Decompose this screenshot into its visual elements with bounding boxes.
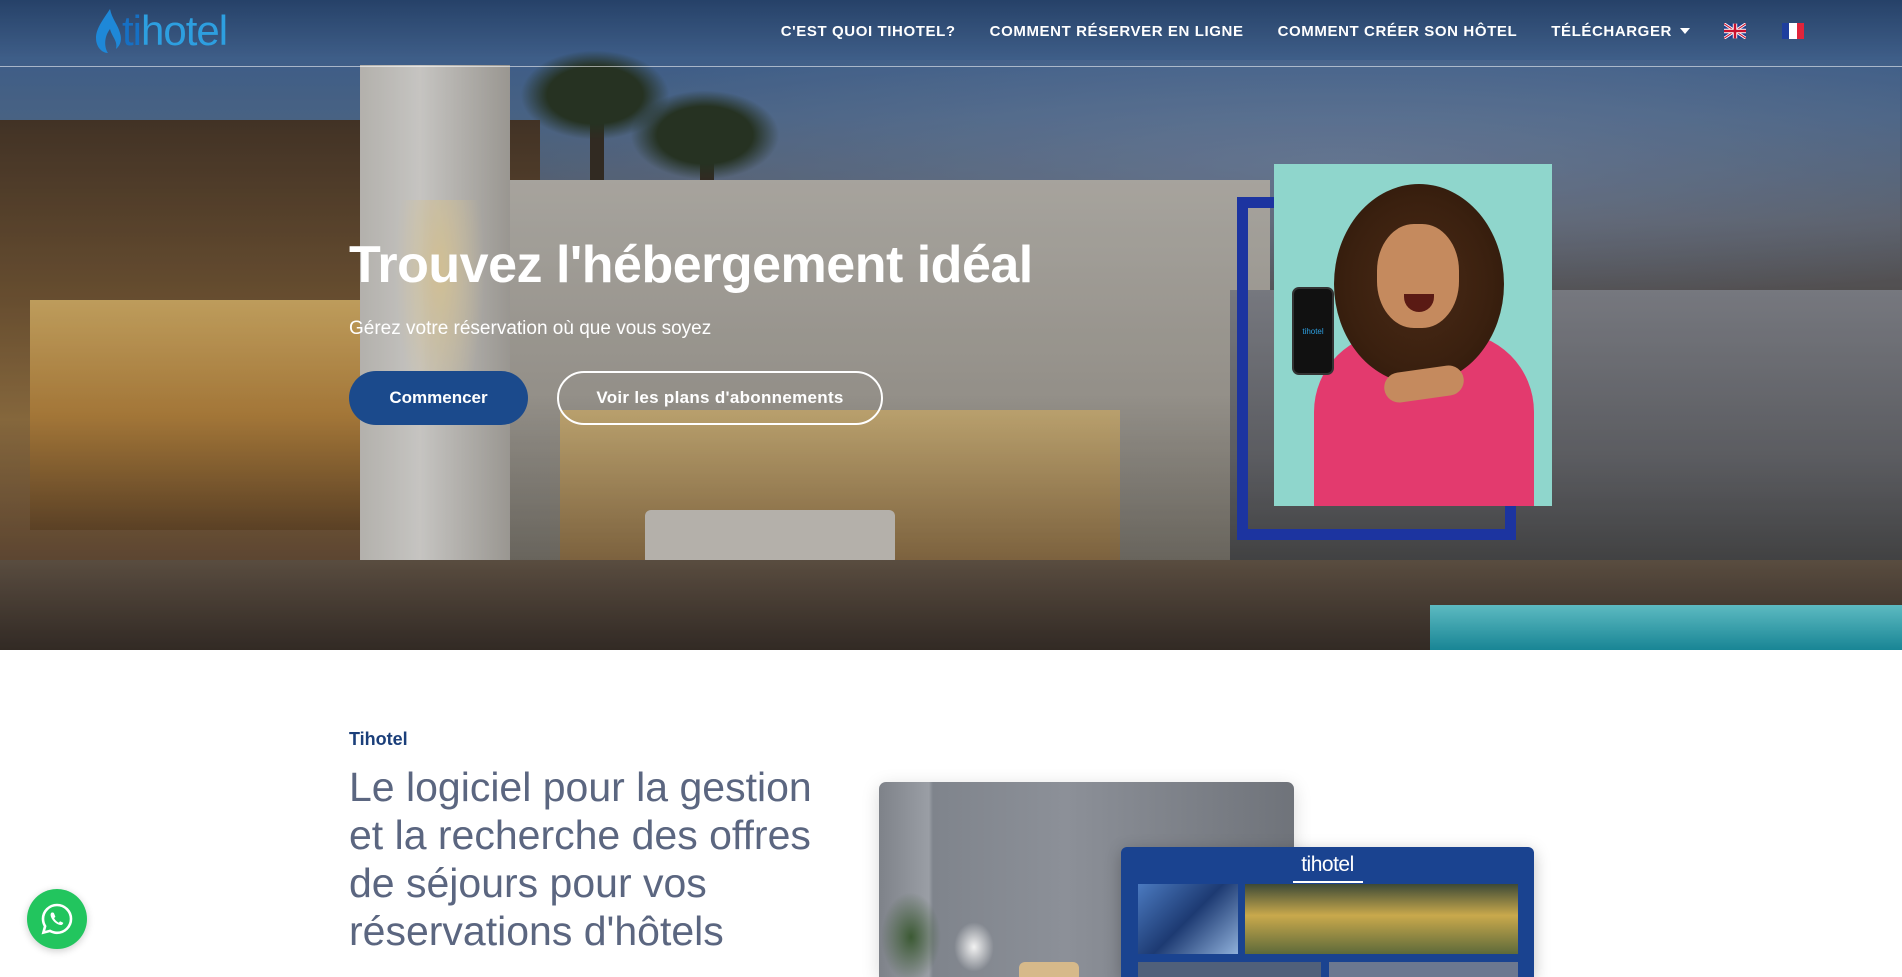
cushion [1019, 962, 1079, 977]
logo-text-hotel: hotel [141, 7, 228, 54]
hero-overlay [0, 0, 1902, 650]
chevron-down-icon [1680, 28, 1690, 34]
flag-stripe [1796, 23, 1804, 39]
flag-stripe [1782, 23, 1790, 39]
logo-text-ti: ti [122, 7, 142, 54]
nav-item-download-label: TÉLÉCHARGER [1551, 22, 1672, 40]
nav-item-what-is-tihotel[interactable]: C'EST QUOI TIHOTEL? [781, 23, 956, 40]
nav-item-download[interactable]: TÉLÉCHARGER [1551, 23, 1690, 40]
hotel-thumbnail [1138, 962, 1321, 977]
promo-photo: tihotel [1274, 164, 1552, 506]
hero-section [0, 0, 1902, 650]
phone-image: tihotel [1292, 287, 1334, 375]
nav-menu: C'EST QUOI TIHOTEL? COMMENT RÉSERVER EN … [747, 0, 1902, 62]
start-button[interactable]: Commencer [349, 371, 528, 425]
face [1377, 224, 1459, 328]
card-logo-underline [1293, 881, 1363, 883]
hero-subtitle: Gérez votre réservation où que vous soye… [349, 318, 712, 339]
card-logo: tihotel [1301, 853, 1354, 876]
hero-title: Trouvez l'hébergement idéal [349, 236, 1033, 294]
whatsapp-icon [41, 903, 73, 935]
logo-text: tihotel [122, 7, 228, 54]
tihotel-logo[interactable]: tihotel [92, 6, 228, 56]
hotel-thumbnail [1138, 884, 1238, 954]
flag-stripe [1789, 23, 1797, 39]
flowers [954, 922, 994, 972]
fr-flag-icon[interactable] [1782, 23, 1804, 39]
plant [881, 892, 941, 977]
app-preview-card: tihotel [1121, 847, 1534, 977]
hotel-thumbnail [1329, 962, 1518, 977]
top-nav: tihotel C'EST QUOI TIHOTEL? COMMENT RÉSE… [0, 0, 1902, 67]
en-flag-icon[interactable] [1724, 23, 1746, 39]
nav-item-how-to-book[interactable]: COMMENT RÉSERVER EN LIGNE [990, 23, 1244, 40]
hotel-thumbnail [1245, 884, 1518, 954]
drop-icon [96, 9, 121, 53]
whatsapp-button[interactable] [27, 889, 87, 949]
subscription-plans-button[interactable]: Voir les plans d'abonnements [557, 371, 883, 425]
nav-item-create-hotel[interactable]: COMMENT CRÉER SON HÔTEL [1278, 23, 1518, 40]
section-eyebrow: Tihotel [349, 729, 408, 749]
section-heading: Le logiciel pour la gestion et la recher… [349, 764, 812, 954]
phone-logo: tihotel [1302, 326, 1324, 336]
